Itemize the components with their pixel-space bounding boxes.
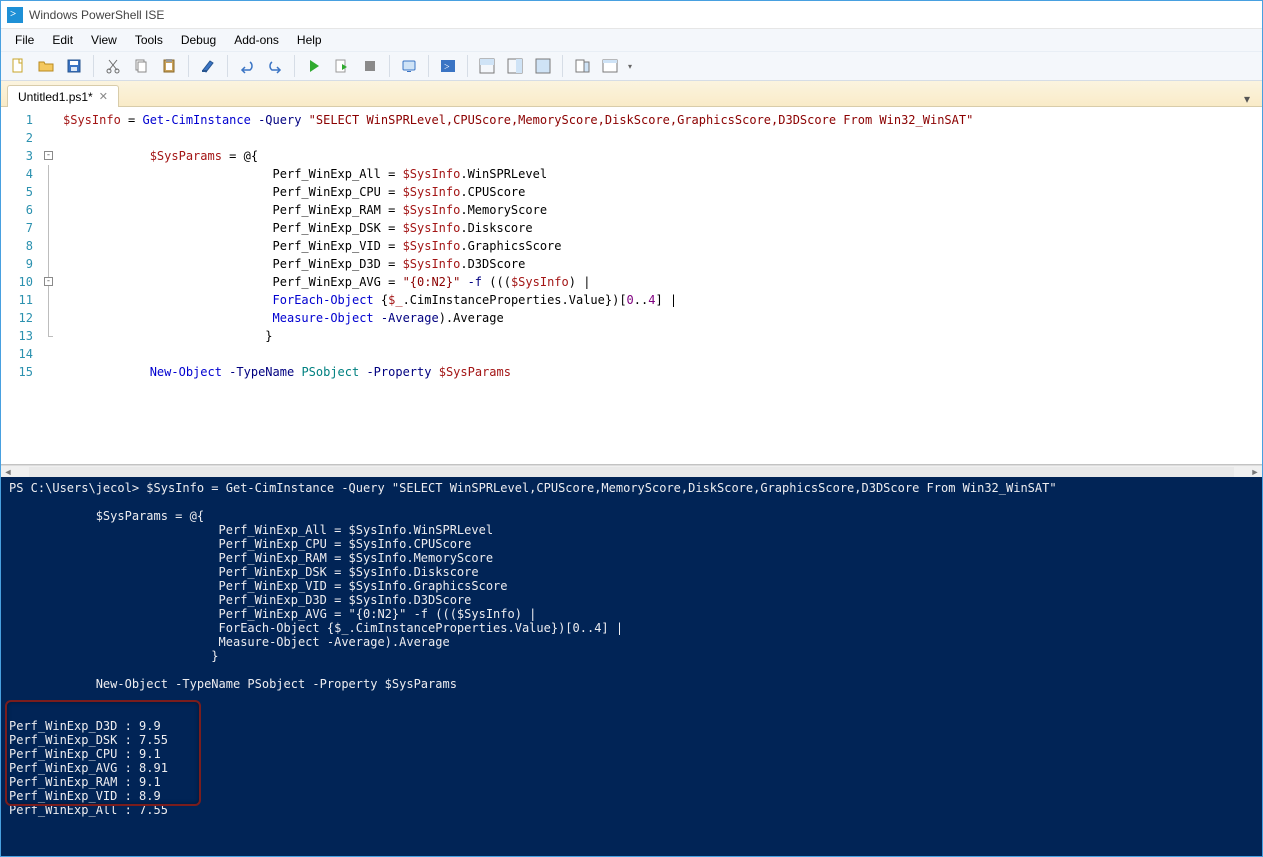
tab-strip: Untitled1.ps1* ✕ ▾	[1, 81, 1262, 107]
cut-button[interactable]	[100, 54, 126, 78]
toolbar-separator	[562, 55, 563, 77]
menu-bar: File Edit View Tools Debug Add-ons Help	[1, 29, 1262, 51]
show-command-addon-button[interactable]	[569, 54, 595, 78]
line-number-gutter: 123456789101112131415	[1, 107, 43, 464]
tab-overflow-icon[interactable]: ▾	[1238, 92, 1256, 106]
fold-column: --	[43, 107, 57, 464]
new-remote-tab-button[interactable]	[396, 54, 422, 78]
menu-edit[interactable]: Edit	[44, 31, 81, 49]
tab-close-icon[interactable]: ✕	[99, 90, 108, 103]
undo-button[interactable]	[234, 54, 260, 78]
show-script-top-button[interactable]	[474, 54, 500, 78]
window-title: Windows PowerShell ISE	[29, 8, 164, 22]
output-highlight-box	[5, 700, 201, 806]
run-script-button[interactable]	[301, 54, 327, 78]
menu-file[interactable]: File	[7, 31, 42, 49]
menu-tools[interactable]: Tools	[127, 31, 171, 49]
toolbar-overflow-icon[interactable]: ▾	[625, 54, 635, 78]
show-command-window-button[interactable]	[597, 54, 623, 78]
toolbar-separator	[294, 55, 295, 77]
toolbar-separator	[428, 55, 429, 77]
show-script-max-button[interactable]	[530, 54, 556, 78]
scroll-left-icon[interactable]: ◄	[1, 467, 15, 477]
show-script-right-button[interactable]	[502, 54, 528, 78]
toolbar-separator	[188, 55, 189, 77]
script-editor[interactable]: 123456789101112131415 -- $SysInfo = Get-…	[1, 107, 1262, 465]
toolbar-separator	[93, 55, 94, 77]
save-button[interactable]	[61, 54, 87, 78]
app-window: Windows PowerShell ISE File Edit View To…	[0, 0, 1263, 857]
toolbar: > ▾	[1, 51, 1262, 81]
menu-debug[interactable]: Debug	[173, 31, 224, 49]
tab-untitled1[interactable]: Untitled1.ps1* ✕	[7, 85, 119, 107]
toolbar-separator	[227, 55, 228, 77]
menu-view[interactable]: View	[83, 31, 125, 49]
code-area[interactable]: $SysInfo = Get-CimInstance -Query "SELEC…	[57, 107, 1262, 464]
toolbar-separator	[389, 55, 390, 77]
new-file-button[interactable]	[5, 54, 31, 78]
clear-console-button[interactable]	[195, 54, 221, 78]
toolbar-separator	[467, 55, 468, 77]
scroll-thumb[interactable]	[29, 467, 1234, 477]
stop-button[interactable]	[357, 54, 383, 78]
start-powershell-button[interactable]: >	[435, 54, 461, 78]
paste-button[interactable]	[156, 54, 182, 78]
console-pane[interactable]: PS C:\Users\jecol> $SysInfo = Get-CimIns…	[1, 477, 1262, 856]
menu-help[interactable]: Help	[289, 31, 330, 49]
run-selection-button[interactable]	[329, 54, 355, 78]
scroll-right-icon[interactable]: ►	[1248, 467, 1262, 477]
copy-button[interactable]	[128, 54, 154, 78]
editor-horizontal-scrollbar[interactable]: ◄ ►	[1, 465, 1262, 477]
menu-addons[interactable]: Add-ons	[226, 31, 287, 49]
svg-text:>: >	[444, 62, 450, 73]
tab-label: Untitled1.ps1*	[18, 90, 93, 104]
app-icon	[7, 7, 23, 23]
redo-button[interactable]	[262, 54, 288, 78]
title-bar: Windows PowerShell ISE	[1, 1, 1262, 29]
open-file-button[interactable]	[33, 54, 59, 78]
